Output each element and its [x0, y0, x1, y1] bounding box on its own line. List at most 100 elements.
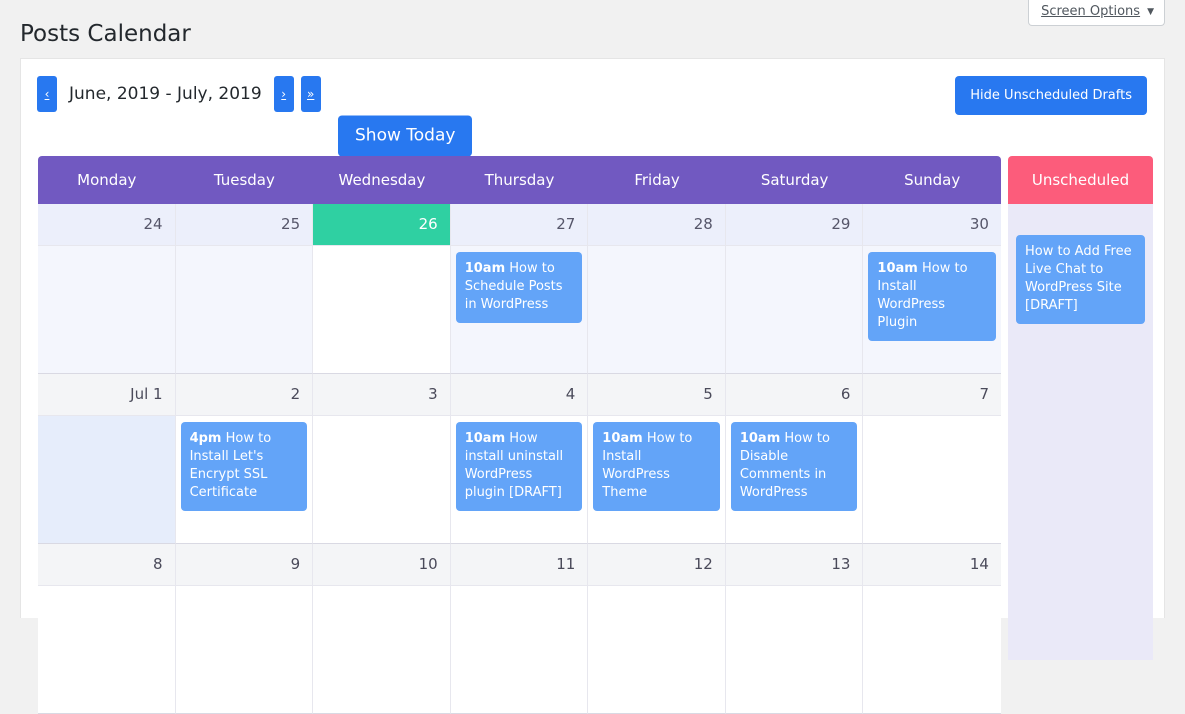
post-time: 10am: [464, 261, 506, 276]
period-navigation: ‹ June, 2019 - July, 2019 › »: [37, 76, 321, 112]
day-number: 10: [313, 544, 450, 586]
day-number: 6: [725, 374, 863, 416]
calendar-day-cell[interactable]: 28: [588, 204, 726, 374]
day-number: 2: [175, 374, 313, 416]
day-posts-area[interactable]: [450, 586, 588, 713]
day-posts-area[interactable]: 10am How to Disable Comments in WordPres…: [725, 416, 863, 543]
next-period-button[interactable]: ›: [273, 76, 294, 112]
calendar-post-item[interactable]: 10am How to Schedule Posts in WordPress: [455, 252, 583, 323]
calendar-grid-wrapper: Monday Tuesday Wednesday Thursday Friday Satu…: [38, 156, 1153, 714]
calendar-day-cell[interactable]: 10: [313, 544, 451, 714]
show-today-button[interactable]: Show Today: [338, 115, 473, 157]
post-time: 10am: [739, 431, 781, 446]
day-posts-area[interactable]: [725, 246, 863, 373]
post-time: 10am: [464, 431, 506, 446]
day-posts-area[interactable]: 10am How install uninstall WordPress plu…: [450, 416, 588, 543]
screen-options-label: Screen Options: [1041, 4, 1141, 19]
day-posts-area[interactable]: [863, 416, 1001, 543]
page-title: Posts Calendar: [20, 21, 191, 47]
calendar-day-header-row: Monday Tuesday Wednesday Thursday Friday Satu…: [38, 156, 1001, 204]
calendar-day-cell[interactable]: 24: [38, 204, 176, 374]
day-number: 5: [588, 374, 725, 416]
day-number: 24: [38, 204, 175, 246]
day-number: 14: [863, 544, 1001, 586]
day-posts-area[interactable]: [588, 586, 725, 713]
calendar-day-cell[interactable]: 12: [588, 544, 726, 714]
day-posts-area[interactable]: 10am How to Schedule Posts in WordPress: [450, 246, 588, 373]
day-posts-area[interactable]: [175, 246, 313, 373]
screen-options-button[interactable]: Screen Options ▼: [1028, 0, 1165, 26]
post-time: 10am: [602, 431, 643, 446]
calendar-day-cell[interactable]: 3: [313, 374, 451, 544]
calendar-day-header-wednesday: Wednesday: [338, 171, 426, 189]
calendar-week-row: 8 9 10 11 12 13 14: [38, 544, 1001, 714]
chevron-down-icon: ▼: [1147, 7, 1154, 17]
calendar-day-header-thursday: Thursday: [484, 171, 555, 189]
day-number: Jul 1: [38, 374, 175, 416]
calendar-day-cell[interactable]: 27 10am How to Schedule Posts in WordPres…: [450, 204, 589, 374]
day-number: 30: [863, 204, 1001, 246]
unscheduled-post-item[interactable]: How to Add Free Live Chat to WordPress S…: [1016, 235, 1145, 324]
post-time: 4pm: [189, 431, 222, 446]
hide-unscheduled-drafts-button[interactable]: Hide Unscheduled Drafts: [955, 76, 1147, 115]
day-number: 9: [175, 544, 313, 586]
day-number: 11: [450, 544, 588, 586]
calendar-day-cell[interactable]: 5 10am How to Install WordPress Theme: [588, 374, 726, 544]
day-number: 28: [588, 204, 725, 246]
day-posts-area[interactable]: 10am How to Install WordPress Theme: [588, 416, 725, 543]
calendar-post-item[interactable]: 10am How install uninstall WordPress plu…: [455, 422, 583, 511]
calendar-post-item[interactable]: 4pm How to Install Let's Encrypt SSL Cer…: [180, 422, 308, 511]
calendar-week-row: Jul 1 2 4pm How to Install Let's Encrypt S…: [38, 374, 1001, 544]
calendar-day-header-monday: Monday: [77, 171, 137, 189]
day-posts-area[interactable]: [175, 586, 313, 713]
calendar-day-cell[interactable]: 11: [450, 544, 589, 714]
jump-forward-button[interactable]: »: [300, 76, 321, 112]
calendar-day-cell[interactable]: 25: [175, 204, 314, 374]
calendar-day-cell[interactable]: 6 10am How to Disable Comments in WordPre…: [725, 374, 864, 544]
calendar-post-item[interactable]: 10am How to Install WordPress Plugin: [868, 252, 996, 341]
calendar-day-cell[interactable]: 30 10am How to Install WordPress Plugin: [863, 204, 1001, 374]
day-number: 27: [450, 204, 588, 246]
calendar-day-header-tuesday: Tuesday: [213, 171, 275, 189]
calendar-day-cell[interactable]: Jul 1: [38, 374, 176, 544]
day-posts-area[interactable]: 10am How to Install WordPress Plugin: [863, 246, 1001, 373]
prev-period-button[interactable]: ‹: [37, 76, 57, 112]
calendar-day-cell[interactable]: 9: [175, 544, 314, 714]
day-posts-area[interactable]: [38, 586, 175, 713]
day-posts-area[interactable]: [313, 586, 450, 713]
day-number: 8: [38, 544, 175, 586]
calendar-day-cell[interactable]: 8: [38, 544, 176, 714]
day-number: 26: [313, 204, 450, 246]
calendar-day-cell[interactable]: 14: [863, 544, 1001, 714]
calendar-toolbar: ‹ June, 2019 - July, 2019 › » Show Today…: [21, 59, 1164, 157]
day-number: 25: [175, 204, 313, 246]
calendar-post-item[interactable]: 10am How to Install WordPress Theme: [593, 422, 720, 511]
calendar-day-header-saturday: Saturday: [760, 171, 829, 189]
day-posts-area[interactable]: [313, 416, 450, 543]
calendar-week-row: 24 25 26 27 10am How to Schedule Posts in Wo…: [38, 204, 1001, 374]
screen-options-bar: Screen Options ▼: [1028, 0, 1165, 26]
day-number: 3: [313, 374, 450, 416]
day-posts-area[interactable]: [38, 416, 175, 543]
day-number: 29: [725, 204, 863, 246]
day-posts-area[interactable]: [588, 246, 725, 373]
calendar-day-cell[interactable]: 13: [725, 544, 864, 714]
calendar-day-cell[interactable]: 29: [725, 204, 864, 374]
day-number: 13: [725, 544, 863, 586]
day-posts-area[interactable]: [863, 586, 1001, 713]
calendar-weeks: 24 25 26 27 10am How to Schedule Posts in Wo…: [38, 204, 1001, 714]
unscheduled-body[interactable]: How to Add Free Live Chat to WordPress S…: [1008, 204, 1153, 660]
unscheduled-header: Unscheduled: [1008, 156, 1153, 204]
day-posts-area[interactable]: [725, 586, 863, 713]
calendar-day-cell[interactable]: 7: [863, 374, 1001, 544]
calendar-post-item[interactable]: 10am How to Disable Comments in WordPres…: [730, 422, 858, 511]
calendar-day-cell[interactable]: 26: [313, 204, 451, 374]
unscheduled-column: Unscheduled How to Add Free Live Chat to…: [1008, 156, 1153, 660]
day-posts-area[interactable]: [313, 246, 450, 373]
period-label: June, 2019 - July, 2019: [69, 84, 262, 104]
day-posts-area[interactable]: 4pm How to Install Let's Encrypt SSL Cer…: [175, 416, 313, 543]
day-number: 7: [863, 374, 1001, 416]
day-posts-area[interactable]: [38, 246, 175, 373]
calendar-day-cell[interactable]: 4 10am How install uninstall WordPress pl…: [450, 374, 589, 544]
calendar-day-cell[interactable]: 2 4pm How to Install Let's Encrypt SSL Ce…: [175, 374, 314, 544]
